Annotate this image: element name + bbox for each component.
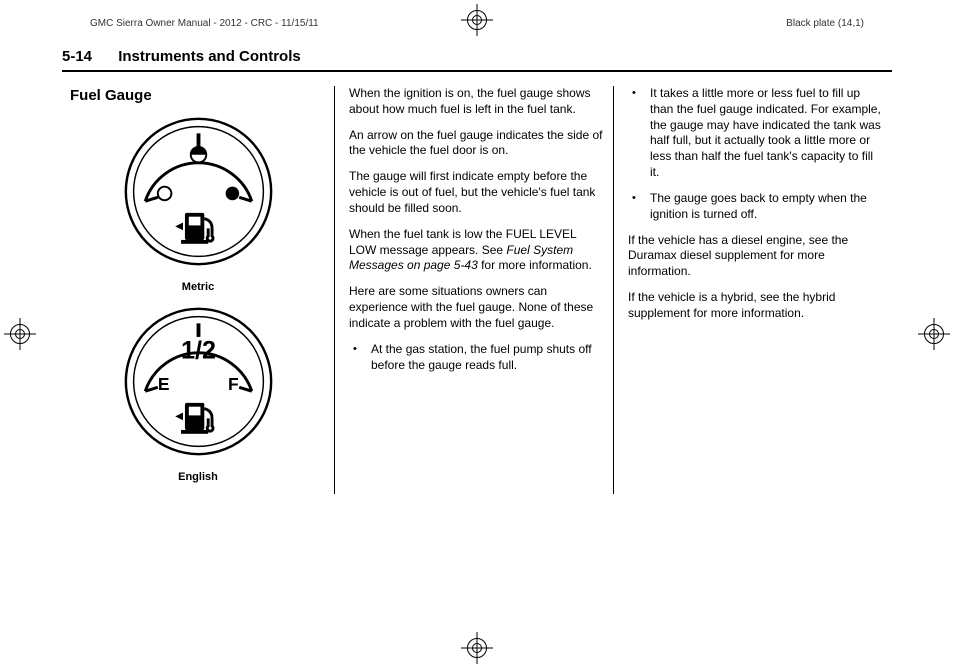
plate-id: Black plate (14,1)	[786, 18, 864, 29]
page-body: 5-14 Instruments and Controls Fuel Gauge	[62, 48, 892, 620]
empty-label: E	[157, 374, 169, 394]
fuel-gauge-metric	[121, 114, 276, 269]
doc-id: GMC Sierra Owner Manual - 2012 - CRC - 1…	[90, 18, 319, 29]
para: An arrow on the fuel gauge indicates the…	[349, 128, 605, 160]
section-title: Fuel Gauge	[70, 86, 326, 106]
column-2: When the ignition is on, the fuel gauge …	[334, 86, 613, 494]
para: When the ignition is on, the fuel gauge …	[349, 86, 605, 118]
half-label: 1/2	[181, 336, 216, 364]
para: If the vehicle has a diesel engine, see …	[628, 233, 884, 280]
content-columns: Fuel Gauge	[62, 86, 892, 494]
page-header: 5-14 Instruments and Controls	[62, 48, 892, 72]
fuel-gauge-english: 1/2 E F	[121, 304, 276, 459]
crop-mark-top	[465, 8, 489, 32]
para: When the fuel tank is low the FUEL LEVEL…	[349, 227, 605, 274]
column-3: It takes a little more or less fuel to f…	[613, 86, 892, 494]
crop-mark-right	[922, 322, 946, 346]
crop-mark-bottom	[465, 636, 489, 660]
full-label: F	[228, 374, 239, 394]
bullet-list: At the gas station, the fuel pump shuts …	[349, 342, 605, 374]
para: If the vehicle is a hybrid, see the hybr…	[628, 290, 884, 322]
crop-mark-left	[8, 322, 32, 346]
para: The gauge will first indicate empty befo…	[349, 169, 605, 216]
bullet-list: It takes a little more or less fuel to f…	[628, 86, 884, 223]
bullet-item: It takes a little more or less fuel to f…	[628, 86, 884, 181]
bullet-item: The gauge goes back to empty when the ig…	[628, 191, 884, 223]
caption-english: English	[70, 470, 326, 485]
page-number: 5-14	[62, 48, 92, 65]
bullet-item: At the gas station, the fuel pump shuts …	[349, 342, 605, 374]
para: Here are some situations owners can expe…	[349, 284, 605, 331]
column-1: Fuel Gauge	[62, 86, 334, 494]
chapter-title: Instruments and Controls	[118, 48, 301, 65]
caption-metric: Metric	[70, 280, 326, 295]
